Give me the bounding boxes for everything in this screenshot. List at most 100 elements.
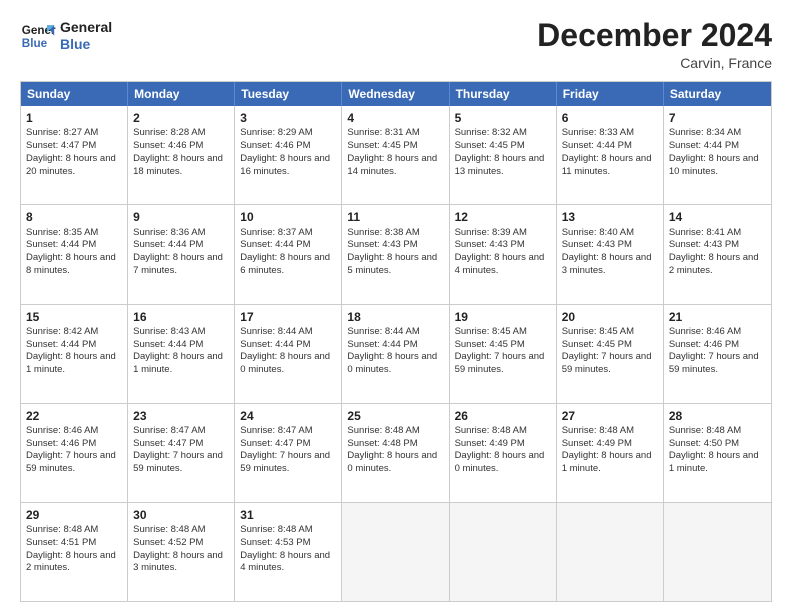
sunset-label: Sunset: 4:53 PM [240, 537, 310, 548]
day-cell-7: 7Sunrise: 8:34 AMSunset: 4:44 PMDaylight… [664, 106, 771, 204]
header-day-friday: Friday [557, 82, 664, 106]
sunrise-label: Sunrise: 8:45 AM [562, 326, 634, 337]
daylight-label: Daylight: 7 hours and 59 minutes. [133, 450, 223, 474]
daylight-label: Daylight: 8 hours and 2 minutes. [669, 252, 759, 276]
daylight-label: Daylight: 8 hours and 4 minutes. [240, 550, 330, 574]
header-day-wednesday: Wednesday [342, 82, 449, 106]
day-cell-9: 9Sunrise: 8:36 AMSunset: 4:44 PMDaylight… [128, 205, 235, 303]
header-day-thursday: Thursday [450, 82, 557, 106]
daylight-label: Daylight: 8 hours and 2 minutes. [26, 550, 116, 574]
day-cell-3: 3Sunrise: 8:29 AM Sunset: 4:46 PM Daylight… [235, 106, 342, 204]
sunset-label: Sunset: 4:45 PM [455, 140, 525, 151]
day-cell-27: 27Sunrise: 8:48 AMSunset: 4:49 PMDayligh… [557, 404, 664, 502]
day-cell-29: 29Sunrise: 8:48 AM Sunset: 4:51 PM Dayligh… [21, 503, 128, 601]
daylight-label: Daylight: 7 hours and 59 minutes. [455, 351, 545, 375]
day-number: 4 [347, 110, 443, 126]
calendar-row-4: 22Sunrise: 8:46 AMSunset: 4:46 PMDayligh… [21, 403, 771, 502]
sunset-label: Sunset: 4:48 PM [347, 438, 417, 449]
day-number: 25 [347, 408, 443, 424]
day-cell-31: 31Sunrise: 8:48 AMSunset: 4:53 PMDayligh… [235, 503, 342, 601]
sunset-label: Sunset: 4:45 PM [455, 339, 525, 350]
day-number: 11 [347, 209, 443, 225]
sunset-label: Sunset: 4:44 PM [562, 140, 632, 151]
sunset-label: Sunset: 4:43 PM [562, 239, 632, 250]
day-number: 10 [240, 209, 336, 225]
day-cell-19: 19Sunrise: 8:45 AM Sunset: 4:45 PMDayligh… [450, 305, 557, 403]
day-cell-24: 24Sunrise: 8:47 AMSunset: 4:47 PMDayligh… [235, 404, 342, 502]
daylight-label: Daylight: 8 hours and 1 minute. [133, 351, 223, 375]
day-cell-28: 28Sunrise: 8:48 AMSunset: 4:50 PMDayligh… [664, 404, 771, 502]
day-cell-6: 6Sunrise: 8:33 AMSunset: 4:44 PMDaylight… [557, 106, 664, 204]
sunset-label: Sunset: 4:43 PM [669, 239, 739, 250]
day-number: 28 [669, 408, 766, 424]
day-number: 7 [669, 110, 766, 126]
day-number: 29 [26, 507, 122, 523]
day-number: 3 [240, 110, 336, 126]
logo-icon: General Blue [20, 18, 56, 54]
sunset-label: Sunset: 4:45 PM [562, 339, 632, 350]
day-cell-25: 25Sunrise: 8:48 AMSunset: 4:48 PMDayligh… [342, 404, 449, 502]
daylight-label: Daylight: 8 hours and 16 minutes. [240, 153, 330, 177]
sunrise-label: Sunrise: 8:32 AM [455, 127, 527, 138]
sunset-label: Sunset: 4:46 PM [240, 140, 310, 151]
daylight-label: Daylight: 8 hours and 1 minute. [26, 351, 116, 375]
daylight-label: Daylight: 8 hours and 6 minutes. [240, 252, 330, 276]
day-cell-1: 1Sunrise: 8:27 AMSunset: 4:47 PMDaylight… [21, 106, 128, 204]
daylight-label: Daylight: 8 hours and 3 minutes. [133, 550, 223, 574]
page: General Blue General Blue December 2024 … [0, 0, 792, 612]
daylight-label: Daylight: 8 hours and 13 minutes. [455, 153, 545, 177]
day-number: 19 [455, 309, 551, 325]
sunrise-label: Sunrise: 8:39 AM [455, 227, 527, 238]
calendar-row-3: 15Sunrise: 8:42 AMSunset: 4:44 PMDayligh… [21, 304, 771, 403]
sunrise-label: Sunrise: 8:29 AM [240, 127, 312, 138]
calendar-body: 1Sunrise: 8:27 AMSunset: 4:47 PMDaylight… [21, 106, 771, 601]
day-cell-14: 14Sunrise: 8:41 AMSunset: 4:43 PMDayligh… [664, 205, 771, 303]
day-number: 30 [133, 507, 229, 523]
sunset-label: Sunset: 4:49 PM [562, 438, 632, 449]
daylight-label: Daylight: 7 hours and 59 minutes. [562, 351, 652, 375]
day-number: 14 [669, 209, 766, 225]
day-cell-20: 20Sunrise: 8:45 AMSunset: 4:45 PMDayligh… [557, 305, 664, 403]
day-cell-17: 17Sunrise: 8:44 AMSunset: 4:44 PMDayligh… [235, 305, 342, 403]
sunset-label: Sunset: 4:43 PM [347, 239, 417, 250]
sunrise-label: Sunrise: 8:48 AM [347, 425, 419, 436]
sunset-label: Sunset: 4:44 PM [133, 239, 203, 250]
sunset-label: Sunset: 4:52 PM [133, 537, 203, 548]
daylight-label: Daylight: 8 hours and 18 minutes. [133, 153, 223, 177]
day-cell-23: 23Sunrise: 8:47 AMSunset: 4:47 PMDayligh… [128, 404, 235, 502]
day-number: 17 [240, 309, 336, 325]
sunrise-label: Sunrise: 8:35 AM [26, 227, 98, 238]
sunrise-label: Sunrise: 8:48 AM [669, 425, 741, 436]
svg-text:Blue: Blue [22, 37, 48, 50]
sunrise-label: Sunrise: 8:42 AM [26, 326, 98, 337]
day-cell-10: 10Sunrise: 8:37 AMSunset: 4:44 PMDayligh… [235, 205, 342, 303]
sunset-label: Sunset: 4:51 PM [26, 537, 96, 548]
day-number: 13 [562, 209, 658, 225]
title-block: December 2024 Carvin, France [537, 18, 772, 71]
header: General Blue General Blue December 2024 … [20, 18, 772, 71]
day-cell-11: 11Sunrise: 8:38 AMSunset: 4:43 PMDayligh… [342, 205, 449, 303]
daylight-label: Daylight: 7 hours and 59 minutes. [26, 450, 116, 474]
daylight-label: Daylight: 8 hours and 5 minutes. [347, 252, 437, 276]
sunrise-label: Sunrise: 8:46 AM [26, 425, 98, 436]
sunrise-label: Sunrise: 8:48 AM [26, 524, 98, 535]
sunset-label: Sunset: 4:44 PM [26, 239, 96, 250]
logo-blue: Blue [60, 36, 112, 53]
sunrise-label: Sunrise: 8:44 AM [347, 326, 419, 337]
day-cell-16: 16Sunrise: 8:43 AMSunset: 4:44 PMDayligh… [128, 305, 235, 403]
sunset-label: Sunset: 4:43 PM [455, 239, 525, 250]
header-day-tuesday: Tuesday [235, 82, 342, 106]
empty-cell-r4c4 [450, 503, 557, 601]
sunrise-label: Sunrise: 8:40 AM [562, 227, 634, 238]
day-cell-15: 15Sunrise: 8:42 AMSunset: 4:44 PMDayligh… [21, 305, 128, 403]
sunrise-label: Sunrise: 8:45 AM [455, 326, 527, 337]
day-number: 23 [133, 408, 229, 424]
day-cell-21: 21Sunrise: 8:46 AMSunset: 4:46 PMDayligh… [664, 305, 771, 403]
sunset-label: Sunset: 4:50 PM [669, 438, 739, 449]
sunset-label: Sunset: 4:45 PM [347, 140, 417, 151]
sunrise-label: Sunrise: 8:31 AM [347, 127, 419, 138]
sunrise-label: Sunrise: 8:46 AM [669, 326, 741, 337]
sunrise-label: Sunrise: 8:48 AM [133, 524, 205, 535]
sunrise-label: Sunrise: 8:47 AM [133, 425, 205, 436]
daylight-label: Daylight: 8 hours and 11 minutes. [562, 153, 652, 177]
